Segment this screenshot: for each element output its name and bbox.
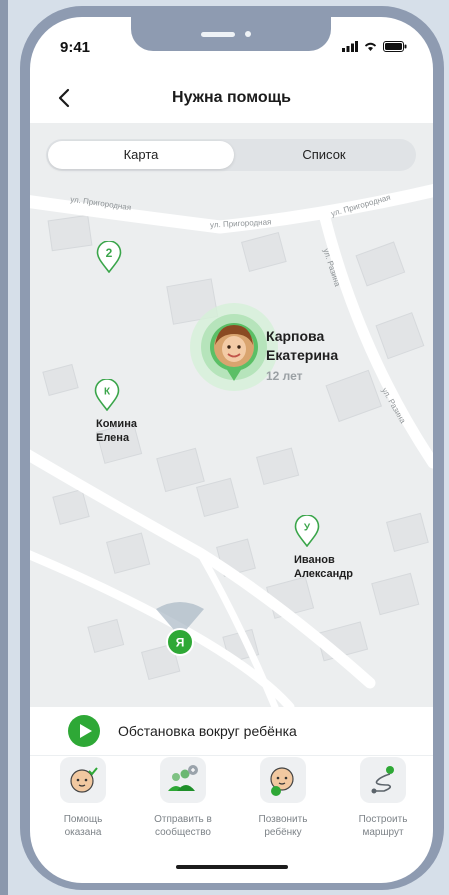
tab-map[interactable]: Карта [48, 141, 234, 169]
helper-initial: У [304, 523, 311, 534]
cluster-count: 2 [106, 246, 113, 260]
my-location-marker[interactable]: Я [166, 628, 194, 656]
phone-screen: 9:41 Нужна помощь Карта Список ул. Приго… [30, 17, 433, 883]
call-child-icon [260, 757, 306, 803]
action-label: Помощь оказана [63, 814, 103, 838]
helper-pin-icon[interactable]: У [294, 515, 320, 547]
help-provided-button[interactable]: Помощь оказана [38, 757, 128, 839]
action-bar: Помощь оказана Отправить в сообщество По… [30, 757, 433, 857]
route-icon [360, 757, 406, 803]
battery-icon [383, 41, 407, 52]
surroundings-label: Обстановка вокруг ребёнка [118, 723, 297, 739]
wifi-icon [364, 42, 377, 51]
child-name: Карпова Екатерина [266, 328, 339, 363]
map-base [30, 183, 433, 707]
action-label: Позвонить ребёнку [258, 814, 308, 838]
neighbor-phone-edge [0, 0, 8, 895]
action-label: Отправить в сообщество [154, 814, 212, 838]
call-child-button[interactable]: Позвонить ребёнку [238, 757, 328, 839]
helper-name: Иванов Александр [294, 554, 353, 580]
play-icon[interactable] [68, 715, 100, 747]
status-time: 9:41 [60, 39, 91, 56]
helper-name: Комина Елена [96, 418, 137, 444]
camera [245, 31, 251, 37]
surroundings-bar[interactable]: Обстановка вокруг ребёнка [30, 707, 433, 756]
child-age: 12 лет [266, 369, 303, 383]
speaker [201, 32, 235, 37]
child-check-icon [60, 757, 106, 803]
tab-list[interactable]: Список [234, 141, 414, 169]
helper-initial: К [104, 387, 111, 398]
view-switcher: Карта Список [46, 139, 416, 171]
status-icons [342, 41, 407, 52]
page-title: Нужна помощь [172, 89, 291, 106]
build-route-button[interactable]: Построить маршрут [338, 757, 428, 839]
action-label: Построить маршрут [358, 814, 408, 838]
cluster-pin-icon[interactable]: 2 [96, 241, 122, 273]
send-to-community-button[interactable]: Отправить в сообщество [138, 757, 228, 839]
helper-pin-icon[interactable]: К [94, 379, 120, 411]
signal-icon [342, 41, 358, 52]
phone-notch [131, 17, 331, 51]
map-view[interactable]: Карта Список ул. Пригородная ул. Пригоро… [30, 123, 433, 707]
home-indicator [176, 865, 288, 869]
my-location-label: Я [176, 636, 185, 650]
community-icon [160, 757, 206, 803]
